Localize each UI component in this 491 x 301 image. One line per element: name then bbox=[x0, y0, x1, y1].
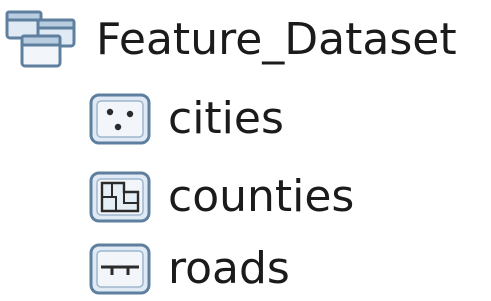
tree-node-counties[interactable]: counties bbox=[88, 158, 354, 236]
point-feature-class-icon bbox=[88, 92, 152, 146]
tree-node-roads[interactable]: roads bbox=[88, 236, 290, 301]
line-feature-class-icon bbox=[88, 242, 152, 296]
tree-node-label: cities bbox=[168, 93, 284, 144]
tree-node-label: counties bbox=[168, 171, 355, 222]
polygon-feature-class-icon bbox=[88, 170, 152, 224]
catalog-tree: Feature_Dataset cities counties roads bbox=[0, 0, 491, 301]
tree-node-label: Feature_Dataset bbox=[96, 14, 457, 65]
tree-node-cities[interactable]: cities bbox=[88, 80, 284, 158]
tree-node-label: roads bbox=[168, 242, 290, 294]
feature-dataset-icon bbox=[4, 9, 82, 71]
tree-node-feature-dataset[interactable]: Feature_Dataset bbox=[4, 0, 457, 80]
